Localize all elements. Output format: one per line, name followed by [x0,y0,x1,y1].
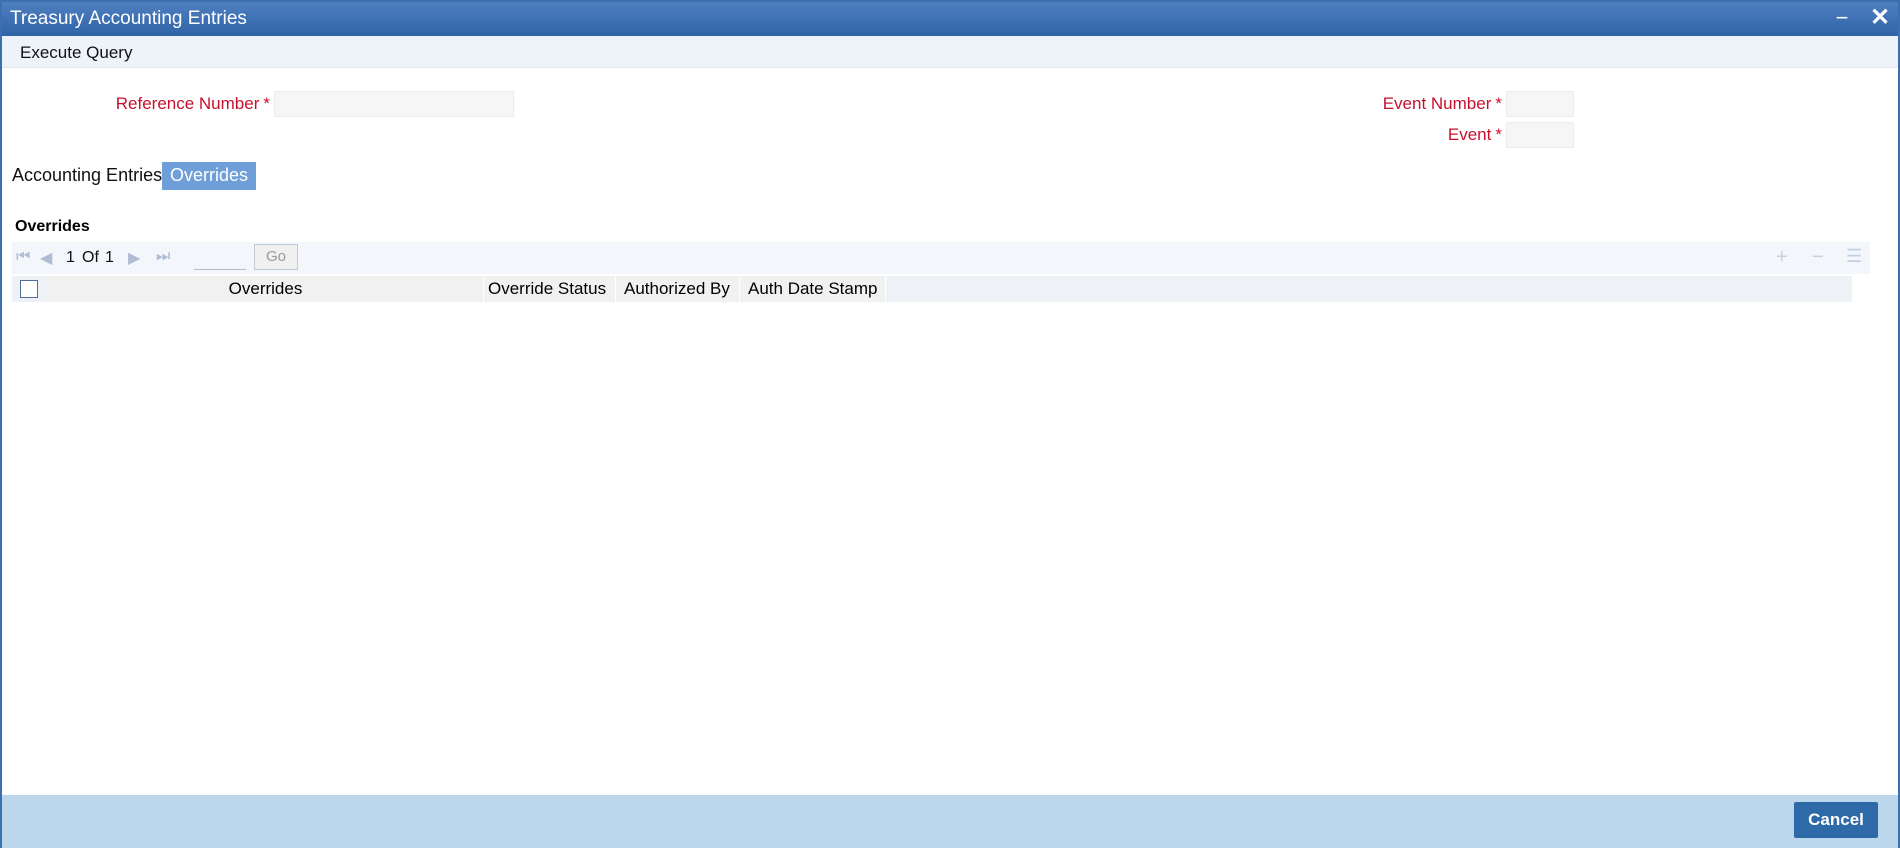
column-header-authorized-by[interactable]: Authorized By [616,276,740,302]
event-input[interactable] [1506,122,1574,148]
plus-icon[interactable]: + [1776,246,1788,269]
next-page-icon[interactable]: ▶ [128,248,140,268]
minus-icon[interactable]: − [1812,246,1824,269]
cancel-button[interactable]: Cancel [1794,802,1878,838]
reference-number-label-text: Reference Number [115,94,260,113]
overrides-table-header: Overrides Override Status Authorized By … [12,276,1852,302]
overrides-section-title: Overrides [15,218,90,235]
required-marker: * [1495,94,1502,113]
required-marker: * [1495,125,1502,144]
event-label: Event * [1302,125,1502,145]
event-number-input[interactable] [1506,91,1574,117]
list-icon[interactable]: ☰ [1846,246,1862,267]
page-number-input[interactable] [194,248,246,270]
minimize-icon[interactable]: − [1830,6,1854,30]
close-icon[interactable]: ✕ [1868,6,1892,30]
tab-accounting-entries[interactable]: Accounting Entries [4,162,172,190]
total-pages: 1 [105,249,114,266]
last-page-icon[interactable]: ⏭ [156,248,170,266]
reference-number-input[interactable] [274,91,514,117]
column-header-override-status[interactable]: Override Status [484,276,616,302]
current-page: 1 [66,249,75,266]
event-number-label-text: Event Number [1382,94,1492,113]
window-title: Treasury Accounting Entries [10,8,247,29]
column-header-overrides[interactable]: Overrides [48,276,484,302]
app-window: Treasury Accounting Entries − ✕ Execute … [0,0,1900,848]
footer-bar: Cancel [2,795,1898,848]
select-all-checkbox[interactable] [20,280,38,298]
reference-number-label: Reference Number * [62,94,270,114]
event-number-label: Event Number * [1302,94,1502,114]
execute-query-menu-item[interactable]: Execute Query [20,43,132,63]
event-label-text: Event [1447,125,1492,144]
title-bar: Treasury Accounting Entries − ✕ [2,2,1898,36]
tab-overrides[interactable]: Overrides [162,162,257,190]
first-page-icon[interactable]: ⏮ [16,248,30,266]
prev-page-icon[interactable]: ◀ [40,248,52,268]
grid-toolbar: ⏮ ◀ 1 Of 1 ▶ ⏭ Go + − ☰ [12,242,1870,274]
required-marker: * [263,94,270,113]
go-button[interactable]: Go [254,244,298,270]
page-of-label: Of [82,249,99,266]
menu-bar: Execute Query [2,36,1898,68]
column-header-auth-date-stamp[interactable]: Auth Date Stamp [740,276,886,302]
